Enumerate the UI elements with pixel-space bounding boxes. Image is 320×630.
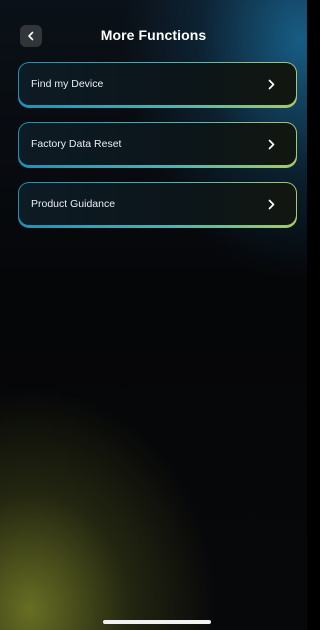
chevron-right-icon: [267, 139, 276, 150]
menu-item-body: Find my Device: [19, 63, 296, 105]
menu-item-label: Factory Data Reset: [31, 138, 122, 150]
menu-item-label: Product Guidance: [31, 198, 116, 210]
functions-list: Find my Device Factory Data Reset Produc…: [18, 62, 297, 242]
product-guidance-item[interactable]: Product Guidance: [18, 182, 297, 228]
factory-data-reset-item[interactable]: Factory Data Reset: [18, 122, 297, 168]
header-bar: More Functions: [0, 22, 307, 50]
chevron-right-icon: [267, 199, 276, 210]
menu-item-label: Find my Device: [31, 78, 104, 90]
more-functions-screen: More Functions Find my Device Factory Da…: [0, 0, 307, 630]
page-title: More Functions: [100, 27, 207, 43]
menu-item-body: Factory Data Reset: [19, 123, 296, 165]
find-my-device-item[interactable]: Find my Device: [18, 62, 297, 108]
chevron-right-icon: [267, 79, 276, 90]
menu-item-body: Product Guidance: [19, 183, 296, 225]
home-indicator[interactable]: [103, 620, 211, 624]
